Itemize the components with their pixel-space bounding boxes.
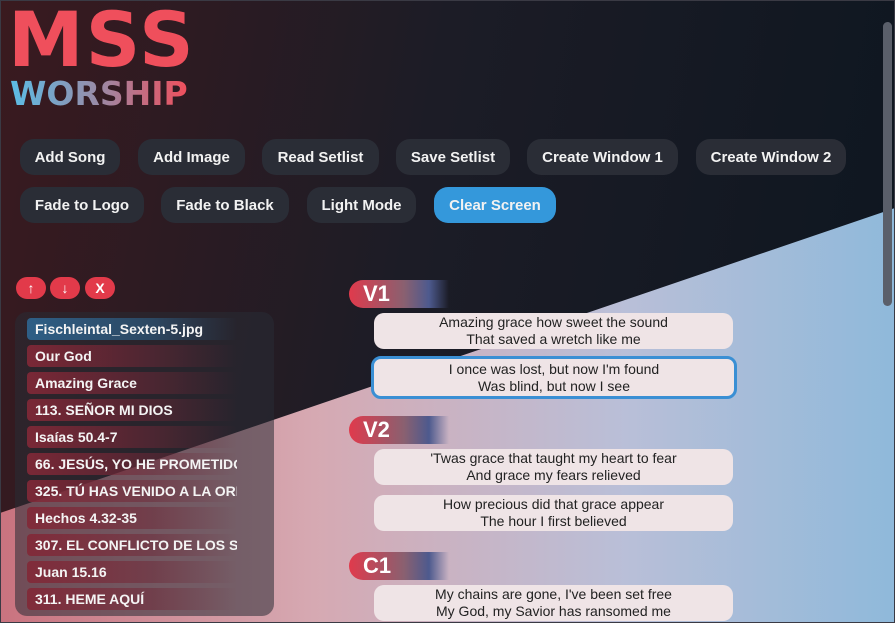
setlist-item[interactable]: 325. TÚ HAS VENIDO A LA ORILLA — [27, 480, 237, 502]
lyric-line: Was blind, but now I see — [477, 377, 630, 394]
lyric-line: I once was lost, but now I'm found — [448, 360, 660, 377]
setlist-item[interactable]: Hechos 4.32-35 — [27, 507, 237, 529]
setlist-panel: Fischleintal_Sexten-5.jpg Our God Amazin… — [15, 312, 274, 616]
remove-item-button[interactable]: X — [85, 277, 115, 299]
light-mode-button[interactable]: Light Mode — [307, 187, 416, 223]
setlist-item[interactable]: Our God — [27, 345, 237, 367]
lyric-slide-current[interactable]: I once was lost, but now I'm found Was b… — [371, 356, 737, 399]
setlist-item[interactable]: 307. EL CONFLICTO DE LOS SIGLOS — [27, 534, 237, 556]
read-setlist-button[interactable]: Read Setlist — [262, 139, 379, 175]
logo-mss: MSS — [8, 0, 196, 84]
save-setlist-button[interactable]: Save Setlist — [396, 139, 510, 175]
lyric-line: 'Twas grace that taught my heart to fear — [430, 450, 677, 466]
setlist-item[interactable]: Isaías 50.4-7 — [27, 426, 237, 448]
logo-worship: WORSHIP — [10, 74, 188, 113]
clear-screen-button[interactable]: Clear Screen — [434, 187, 556, 223]
lyric-slide[interactable]: Amazing grace how sweet the sound That s… — [374, 313, 733, 349]
section-label-c1: C1 — [349, 552, 449, 580]
lyric-line: That saved a wretch like me — [466, 331, 641, 347]
move-down-button[interactable]: ↓ — [50, 277, 80, 299]
setlist-item[interactable]: 113. SEÑOR MI DIOS — [27, 399, 237, 421]
lyric-line: My God, my Savior has ransomed me — [436, 603, 671, 619]
add-image-button[interactable]: Add Image — [138, 139, 245, 175]
fade-to-logo-button[interactable]: Fade to Logo — [20, 187, 144, 223]
setlist-item[interactable]: Amazing Grace — [27, 372, 237, 394]
lyric-slide[interactable]: How precious did that grace appear The h… — [374, 495, 733, 531]
lyric-line: My chains are gone, I've been set free — [435, 586, 672, 602]
section-label-v2: V2 — [349, 416, 449, 444]
lyric-slide[interactable]: 'Twas grace that taught my heart to fear… — [374, 449, 733, 485]
fade-to-black-button[interactable]: Fade to Black — [161, 187, 289, 223]
move-up-button[interactable]: ↑ — [16, 277, 46, 299]
lyric-slide[interactable]: My chains are gone, I've been set free M… — [374, 585, 733, 621]
setlist-item[interactable]: Fischleintal_Sexten-5.jpg — [27, 318, 237, 340]
setlist-item[interactable]: 66. JESÚS, YO HE PROMETIDO — [27, 453, 237, 475]
scrollbar-thumb[interactable] — [883, 22, 892, 306]
lyric-line: The hour I first believed — [480, 513, 627, 529]
app-logo: MSS WORSHIP — [8, 2, 198, 114]
lyric-line: And grace my fears relieved — [466, 467, 641, 483]
lyric-line: How precious did that grace appear — [442, 496, 665, 512]
create-window-2-button[interactable]: Create Window 2 — [696, 139, 846, 175]
setlist-item[interactable]: Juan 15.16 — [27, 561, 237, 583]
lyric-line: Amazing grace how sweet the sound — [439, 314, 668, 330]
section-label-v1: V1 — [349, 280, 449, 308]
add-song-button[interactable]: Add Song — [20, 139, 120, 175]
create-window-1-button[interactable]: Create Window 1 — [527, 139, 678, 175]
setlist-item[interactable]: 311. HEME AQUÍ — [27, 588, 237, 610]
